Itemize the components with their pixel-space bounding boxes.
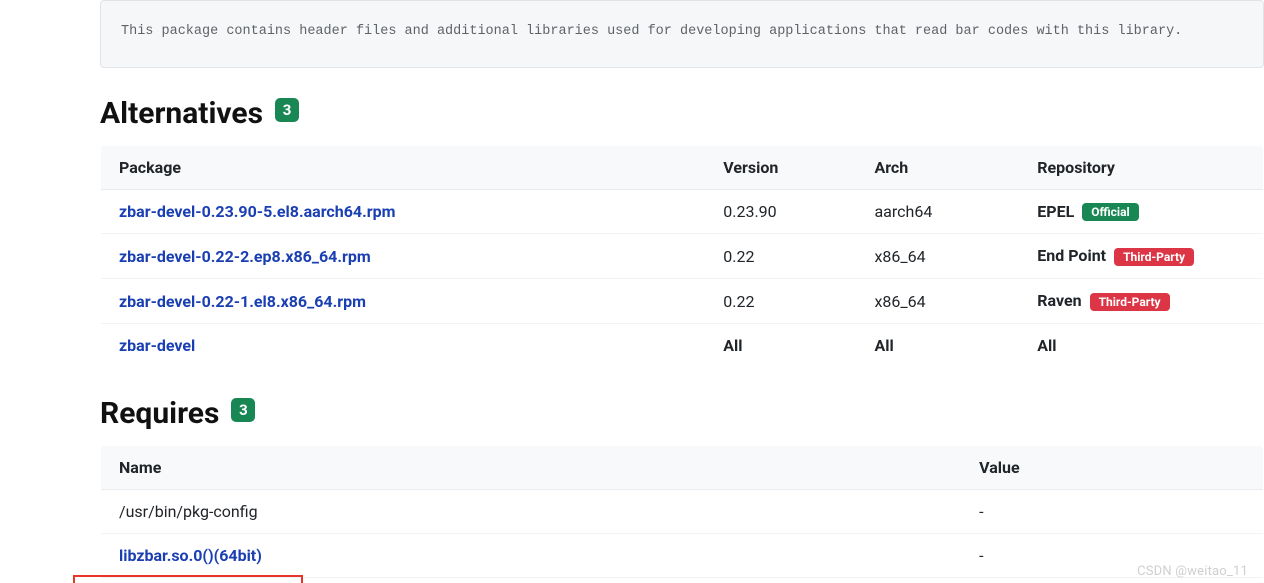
alternatives-title: Alternatives — [100, 96, 263, 131]
version-cell: 0.22 — [705, 234, 856, 279]
alternatives-heading: Alternatives 3 — [100, 96, 1264, 131]
table-row: zbar-develAllAllAll — [101, 323, 1264, 367]
th-arch: Arch — [856, 145, 1019, 189]
requires-table: Name Value /usr/bin/pkg-config-libzbar.s… — [100, 445, 1264, 583]
package-link[interactable]: zbar-devel-0.23.90-5.el8.aarch64.rpm — [119, 202, 395, 221]
repo-badge: Third-Party — [1090, 293, 1170, 311]
requires-count-badge: 3 — [231, 398, 255, 422]
version-cell: 0.23.90 — [705, 189, 856, 234]
repo-cell: End PointThird-Party — [1019, 234, 1263, 279]
requires-link[interactable]: libzbar.so.0()(64bit) — [119, 546, 262, 565]
version-cell: 0.22 — [705, 279, 856, 324]
name-cell: /usr/bin/pkg-config — [101, 489, 962, 533]
repo-badge: Third-Party — [1114, 248, 1194, 266]
requires-heading: Requires 3 — [100, 396, 1264, 431]
watermark: CSDN @weitao_11 — [1137, 564, 1248, 579]
th-package: Package — [101, 145, 706, 189]
package-description: This package contains header files and a… — [100, 0, 1264, 68]
name-cell: libzbar.so.0()(64bit) — [101, 533, 962, 577]
th-version: Version — [705, 145, 856, 189]
arch-cell: x86_64 — [856, 279, 1019, 324]
arch-cell: All — [856, 323, 1019, 367]
table-row: zbar-devel-0.22-1.el8.x86_64.rpm 0.22x86_… — [101, 279, 1264, 324]
package-link[interactable]: zbar-devel — [119, 336, 195, 355]
name-cell: zbar-libs(x86-64) — [101, 577, 962, 583]
th-name: Name — [101, 445, 962, 489]
th-repo: Repository — [1019, 145, 1263, 189]
arch-cell: aarch64 — [856, 189, 1019, 234]
requires-title: Requires — [100, 396, 219, 431]
table-row: zbar-devel-0.22-2.ep8.x86_64.rpm 0.22x86_… — [101, 234, 1264, 279]
repo-cell: RavenThird-Party — [1019, 279, 1263, 324]
alternatives-table: Package Version Arch Repository zbar-dev… — [100, 145, 1264, 368]
package-link[interactable]: zbar-devel-0.22-1.el8.x86_64.rpm — [119, 292, 366, 311]
table-row: libzbar.so.0()(64bit)- — [101, 533, 1264, 577]
table-row: /usr/bin/pkg-config- — [101, 489, 1264, 533]
table-row: zbar-libs(x86-64)= 0.23.90-5.el8 — [101, 577, 1264, 583]
alternatives-count-badge: 3 — [275, 98, 299, 122]
repo-badge: Official — [1082, 203, 1138, 221]
table-row: zbar-devel-0.23.90-5.el8.aarch64.rpm 0.23… — [101, 189, 1264, 234]
repo-cell: EPELOfficial — [1019, 189, 1263, 234]
value-cell: - — [961, 489, 1263, 533]
version-cell: All — [705, 323, 856, 367]
arch-cell: x86_64 — [856, 234, 1019, 279]
th-value: Value — [961, 445, 1263, 489]
package-link[interactable]: zbar-devel-0.22-2.ep8.x86_64.rpm — [119, 247, 371, 266]
repo-cell: All — [1019, 323, 1263, 367]
